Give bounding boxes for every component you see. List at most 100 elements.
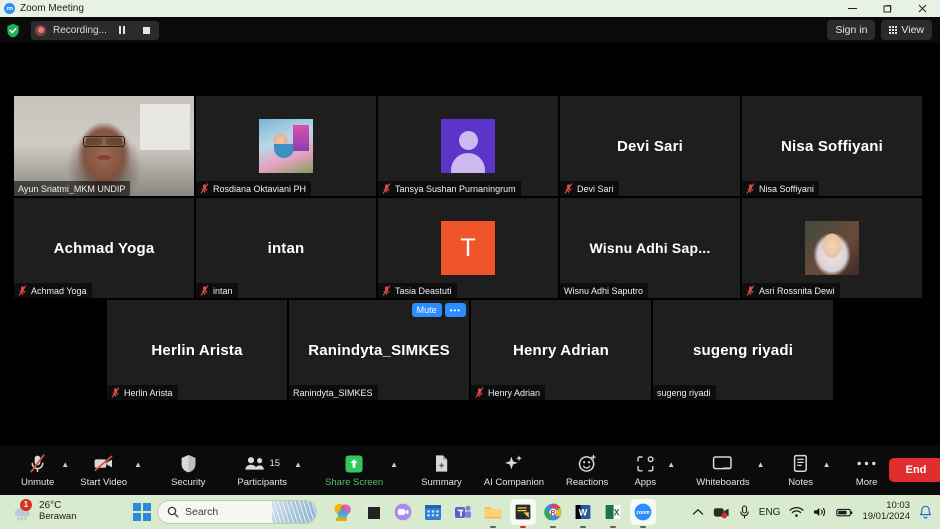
window-title: Zoom Meeting <box>20 3 84 14</box>
search-input[interactable]: Search <box>157 500 317 524</box>
participant-display-name: Wisnu Adhi Sap... <box>589 240 711 256</box>
stop-icon[interactable] <box>138 22 155 39</box>
participant-tile[interactable]: Rosdiana Oktaviani PH <box>196 96 376 196</box>
microphone-icon[interactable] <box>739 505 750 519</box>
participant-tile[interactable]: Tansya Sushan Purnaningrum <box>378 96 558 196</box>
shield-check-icon[interactable] <box>6 23 20 38</box>
windows-start-icon[interactable] <box>133 503 151 521</box>
start-video-button[interactable]: Start Video <box>73 447 134 493</box>
zoom-logo-icon: zm <box>4 3 15 14</box>
microphone-muted-icon <box>29 453 46 475</box>
microphone-muted-icon <box>382 183 391 194</box>
calendar-icon[interactable] <box>420 499 446 525</box>
toolbar-label: Apps <box>634 476 657 488</box>
share-options-caret-icon[interactable]: ▲ <box>390 448 402 492</box>
participant-tile[interactable]: Henry Adrian Henry Adrian <box>471 300 651 400</box>
toolbar-label: Start Video <box>80 476 128 488</box>
ai-companion-button[interactable]: AI Companion <box>477 447 551 493</box>
zoom-workplace-icon[interactable] <box>390 499 416 525</box>
audio-options-caret-icon[interactable]: ▲ <box>61 448 73 492</box>
participant-avatar: T <box>441 221 495 275</box>
language-indicator[interactable]: ENG <box>759 507 781 518</box>
participant-tile[interactable]: Wisnu Adhi Sap... Wisnu Adhi Saputro <box>560 198 740 298</box>
file-explorer-icon[interactable] <box>480 499 506 528</box>
participant-tile[interactable]: T Tasia Deastuti <box>378 198 558 298</box>
search-placeholder: Search <box>185 506 219 518</box>
participant-tile[interactable]: Achmad Yoga Achmad Yoga <box>14 198 194 298</box>
battery-icon[interactable] <box>836 507 853 518</box>
close-icon[interactable] <box>905 0 940 17</box>
microphone-muted-icon <box>111 387 120 398</box>
window-controls <box>835 0 940 17</box>
minimize-icon[interactable] <box>835 0 870 17</box>
participant-tile[interactable]: Herlin Arista Herlin Arista <box>107 300 287 400</box>
chevron-up-icon[interactable] <box>692 508 704 516</box>
sign-in-button[interactable]: Sign in <box>827 20 876 40</box>
more-options-button[interactable]: ••• <box>444 303 466 317</box>
toolbar-label: Share Screen <box>325 476 384 488</box>
participant-name-strip: Ayun Sriatmi_MKM UNDIP <box>14 181 131 196</box>
zoom-meeting-icon[interactable]: zoom <box>630 499 656 528</box>
svg-text:X: X <box>614 508 620 518</box>
participant-tile[interactable]: Nisa Soffiyani Nisa Soffiyani <box>742 96 922 196</box>
video-options-caret-icon[interactable]: ▲ <box>134 448 146 492</box>
bell-icon[interactable] <box>919 505 932 520</box>
participant-tile[interactable]: Devi Sari Devi Sari <box>560 96 740 196</box>
recording-indicator-icon[interactable] <box>713 506 730 519</box>
participant-name-strip: Herlin Arista <box>107 385 178 400</box>
notes-button[interactable]: Notes <box>779 447 823 493</box>
microphone-muted-icon <box>18 285 27 296</box>
participant-display-name: Achmad Yoga <box>53 239 155 257</box>
microphone-muted-icon <box>564 183 573 194</box>
participant-tile[interactable]: sugeng riyadi sugeng riyadi <box>653 300 833 400</box>
whiteboards-caret-icon[interactable]: ▲ <box>757 448 769 492</box>
unmute-button[interactable]: Unmute <box>14 447 61 493</box>
microphone-muted-icon <box>746 183 755 194</box>
participant-tile[interactable]: Ayun Sriatmi_MKM UNDIP <box>14 96 194 196</box>
excel-icon[interactable]: X <box>600 499 626 528</box>
sticky-notes-icon[interactable] <box>510 499 536 528</box>
notes-caret-icon[interactable]: ▲ <box>823 448 835 492</box>
whiteboard-icon <box>712 453 733 475</box>
word-icon[interactable]: W <box>570 499 596 528</box>
toolbar-label: Whiteboards <box>696 476 750 488</box>
share-screen-button[interactable]: Share Screen <box>318 447 390 493</box>
power-bi-icon[interactable] <box>330 499 356 525</box>
search-icon <box>167 506 179 518</box>
more-button[interactable]: More <box>845 447 889 493</box>
end-meeting-button[interactable]: End <box>888 458 940 482</box>
summary-button[interactable]: Summary <box>414 447 469 493</box>
toolbar-items: Unmute ▲ Start Video ▲ Security 15 Parti… <box>0 447 889 493</box>
participant-name-strip: Asri Rossnita Dewi <box>742 283 840 298</box>
apps-button[interactable]: Apps <box>623 447 667 493</box>
wifi-icon[interactable] <box>789 506 805 518</box>
restore-icon[interactable] <box>870 0 905 17</box>
participant-name-strip: Wisnu Adhi Saputro <box>560 283 649 298</box>
toolbar-label: More <box>855 476 878 488</box>
participant-tile[interactable]: Asri Rossnita Dewi <box>742 198 922 298</box>
weather-widget[interactable]: 1 26°C Berawan <box>0 498 77 522</box>
reactions-button[interactable]: Reactions <box>559 447 615 493</box>
mute-participant-button[interactable]: Mute <box>411 303 442 317</box>
tile-hover-controls: Mute ••• <box>411 303 466 317</box>
participants-button[interactable]: 15 Participants <box>230 447 294 493</box>
pause-icon[interactable] <box>114 22 131 39</box>
participant-name: Ayun Sriatmi_MKM UNDIP <box>18 183 126 194</box>
participant-tile-hovered[interactable]: Mute ••• Ranindyta_SIMKES Ranindyta_SIMK… <box>289 300 469 400</box>
clock[interactable]: 10:03 19/01/2024 <box>862 500 910 523</box>
smiley-plus-icon <box>578 453 597 475</box>
participant-tile[interactable]: intan intan <box>196 198 376 298</box>
participants-caret-icon[interactable]: ▲ <box>294 448 306 492</box>
view-button[interactable]: View <box>881 20 932 40</box>
microsoft-teams-icon[interactable] <box>450 499 476 525</box>
participant-name-strip: intan <box>196 283 238 298</box>
whiteboards-button[interactable]: Whiteboards <box>689 447 756 493</box>
zoom-meeting-window: zm Zoom Meeting Recording... Sign in Vie… <box>0 0 940 529</box>
security-button[interactable]: Security <box>164 447 212 493</box>
volume-icon[interactable] <box>813 506 827 518</box>
participant-name: Wisnu Adhi Saputro <box>564 285 644 296</box>
grid-row: Ayun Sriatmi_MKM UNDIP Rosdiana Oktavian… <box>14 96 922 196</box>
dark-square-app-icon[interactable] <box>360 499 386 525</box>
apps-caret-icon[interactable]: ▲ <box>667 448 679 492</box>
chrome-icon[interactable]: R <box>540 499 566 528</box>
